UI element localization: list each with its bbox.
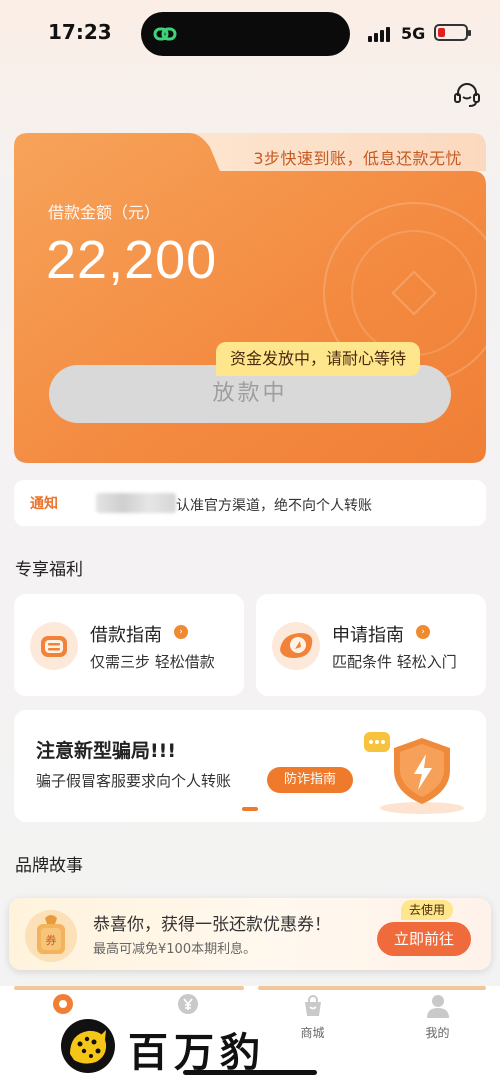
status-bar: 17:23 5G <box>0 0 500 70</box>
home-icon <box>52 994 73 1014</box>
loan-status-card: 3步快速到账，低息还款无忧 借款金额（元） 22,200 放款中 资金发放中，请… <box>14 133 486 463</box>
mall-icon <box>304 995 321 1016</box>
benefit-title: 申请指南 <box>332 625 404 646</box>
battery-icon <box>434 24 471 41</box>
nav-item-mall[interactable]: 商城 <box>250 986 375 1046</box>
profile-icon <box>426 995 449 1018</box>
svg-text:券: 券 <box>46 933 57 947</box>
nav-label: 我的 <box>425 1026 450 1040</box>
benefit-subtitle: 匹配条件 轻松入门 <box>332 653 457 671</box>
loan-guide-icon <box>30 622 78 670</box>
dynamic-island <box>141 12 350 56</box>
brand-section-title: 品牌故事 <box>15 856 83 876</box>
leopard-logo-icon <box>61 1019 115 1073</box>
status-tooltip: 资金发放中，请耐心等待 <box>216 342 421 376</box>
benefit-subtitle: 仅需三步 轻松借款 <box>90 653 215 671</box>
card-edge <box>14 986 244 990</box>
loan-amount: 22,200 <box>46 230 218 290</box>
amount-label: 借款金额（元） <box>48 203 161 222</box>
customer-service-icon[interactable] <box>452 80 482 110</box>
loan-icon <box>177 994 198 1014</box>
fraud-title: 注意新型骗局!!! <box>36 740 176 762</box>
link-icon <box>153 27 177 41</box>
notice-text: 认准官方渠道，绝不向个人转账 <box>176 498 372 514</box>
notice-blurred-text <box>96 493 176 513</box>
card-edge <box>258 986 486 990</box>
coupon-icon: 券 <box>25 910 77 962</box>
chevron-right-icon: › <box>174 625 188 639</box>
anti-fraud-guide-button[interactable]: 防诈指南 <box>267 767 353 793</box>
signal-icon <box>368 26 394 42</box>
coupon-subtitle: 最高可减免¥100本期利息。 <box>93 942 257 957</box>
card-tagline: 3步快速到账，低息还款无忧 <box>253 149 462 168</box>
apply-guide-icon <box>272 622 320 670</box>
notice-tag: 通知 <box>30 496 58 512</box>
use-badge: 去使用 <box>401 900 454 920</box>
fraud-subtitle: 骗子假冒客服要求向个人转账 <box>36 772 232 790</box>
benefit-card-apply-guide[interactable]: 申请指南 › 匹配条件 轻松入门 <box>256 594 486 696</box>
coupon-title: 恭喜你，获得一张还款优惠券！ <box>93 915 331 935</box>
chevron-right-icon: › <box>416 625 430 639</box>
status-time: 17:23 <box>48 20 112 44</box>
carousel-indicator <box>242 807 258 811</box>
home-indicator[interactable] <box>183 1070 317 1075</box>
coupon-popup[interactable]: 券 恭喜你，获得一张还款优惠券！ 最高可减免¥100本期利息。 立即前往 去使用 <box>9 898 491 970</box>
benefit-card-loan-guide[interactable]: 借款指南 › 仅需三步 轻松借款 <box>14 594 244 696</box>
benefits-section-title: 专享福利 <box>15 560 83 580</box>
notice-bar[interactable]: 通知 认准官方渠道，绝不向个人转账 <box>14 480 486 526</box>
fraud-warning-banner[interactable]: 注意新型骗局!!! 骗子假冒客服要求向个人转账 防诈指南 <box>14 710 486 822</box>
nav-item-profile[interactable]: 我的 <box>375 986 500 1046</box>
network-type: 5G <box>401 24 426 43</box>
go-now-button[interactable]: 立即前往 <box>377 922 471 956</box>
nav-label: 商城 <box>300 1026 325 1040</box>
benefit-title: 借款指南 <box>90 625 162 646</box>
shield-lightning-icon <box>364 732 464 814</box>
